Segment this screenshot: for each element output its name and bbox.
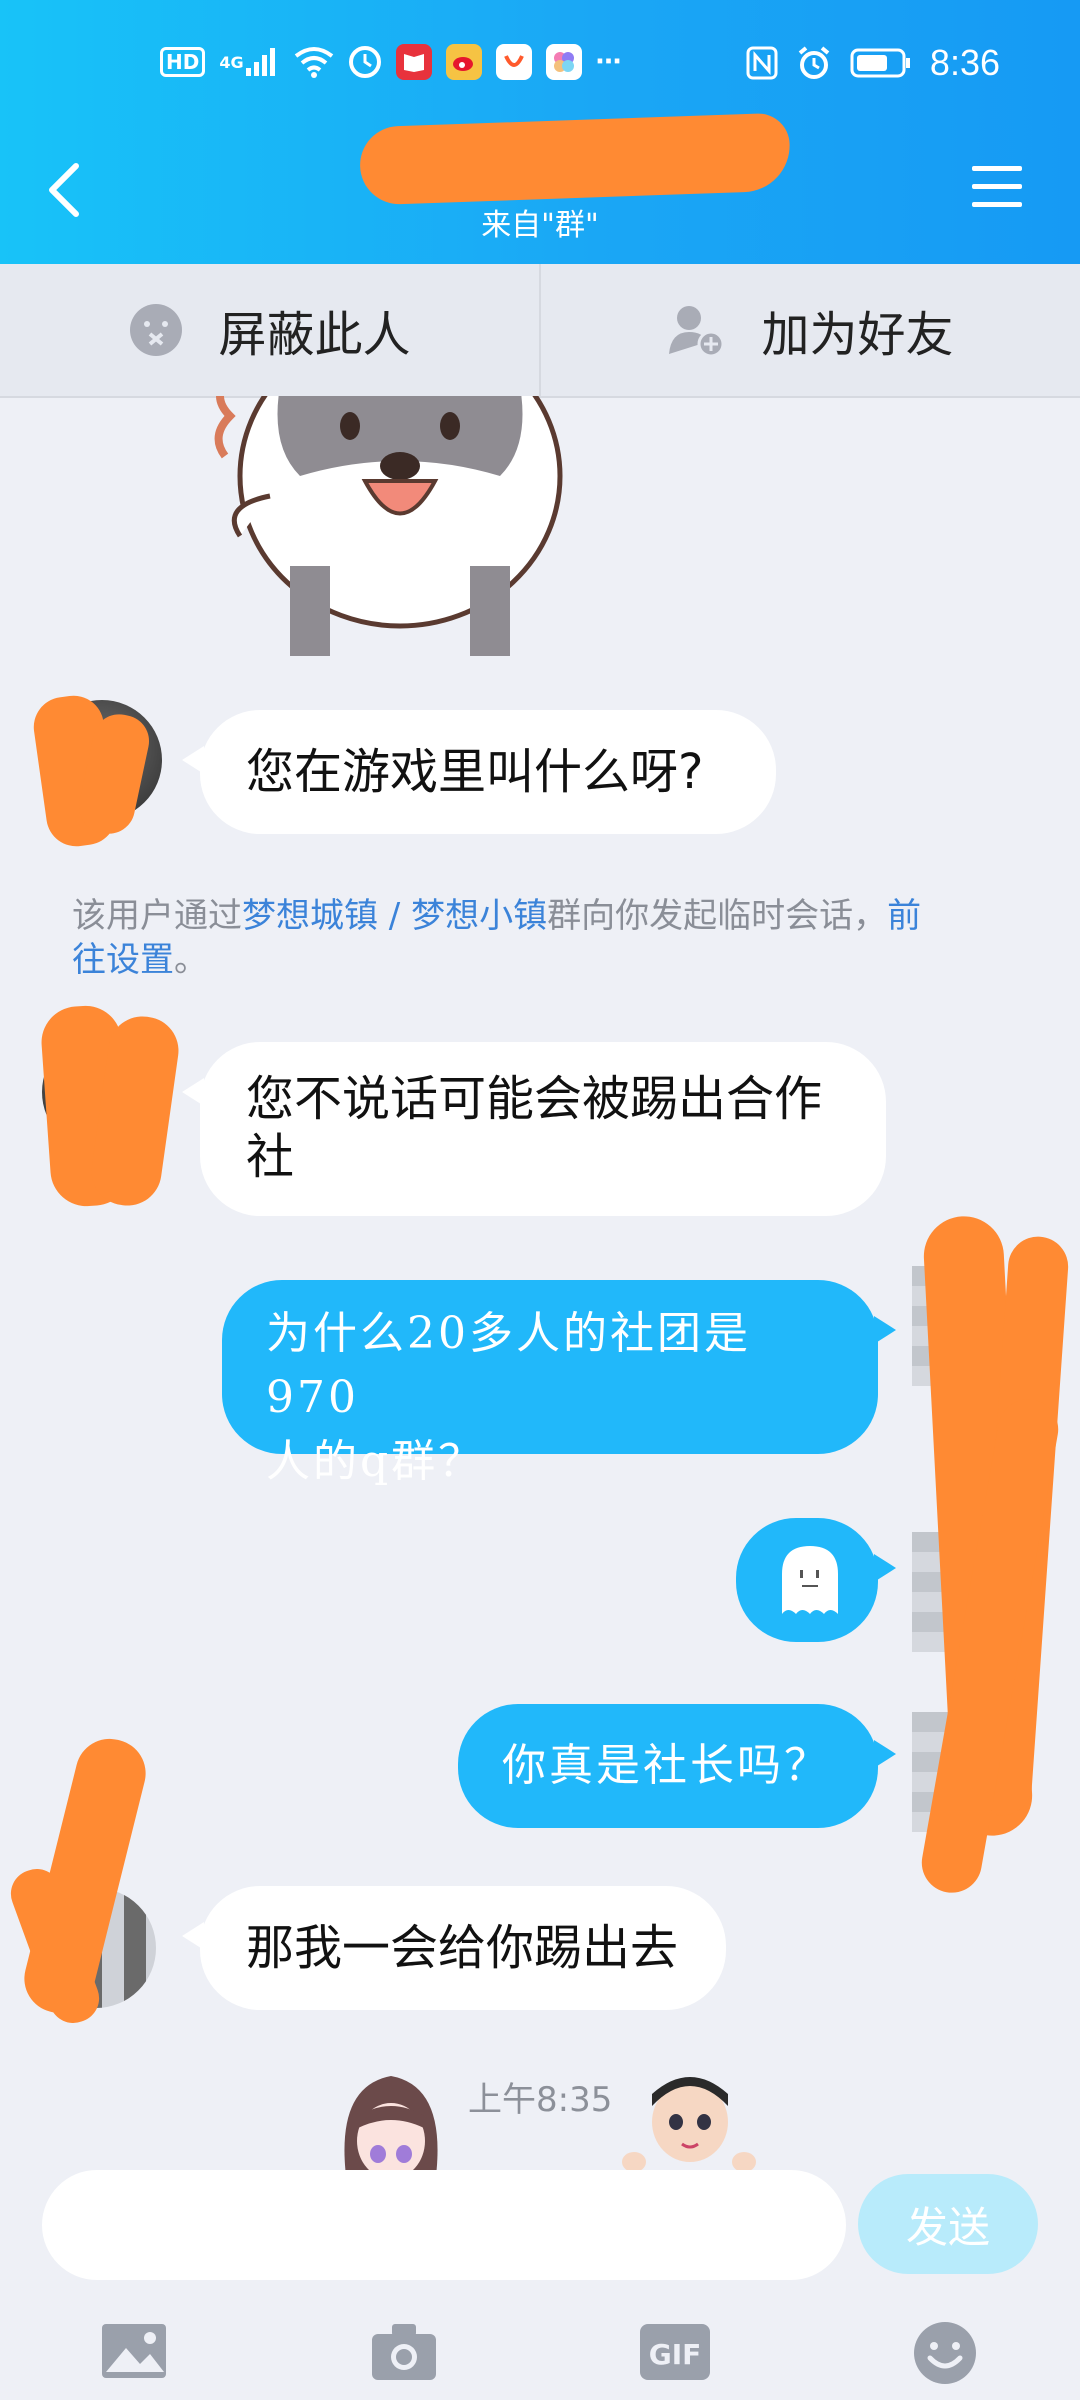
settings-link-part1[interactable]: 前	[887, 896, 921, 936]
timer-icon	[348, 45, 382, 79]
settings-link-part2[interactable]: 往设置	[72, 940, 174, 980]
message-input[interactable]	[42, 2170, 846, 2280]
book-app-icon	[395, 44, 432, 80]
flower-app-icon	[545, 44, 582, 80]
status-icons-left: HD 4G ⋯	[160, 44, 622, 80]
hd-icon: HD	[160, 47, 206, 77]
weibo-icon	[445, 44, 482, 80]
gif-icon[interactable]: GIF	[638, 2320, 710, 2390]
message-bubble-incoming[interactable]: 您不说话可能会被踢出合作 社	[182, 1042, 886, 1216]
composer: 发送 GIF	[0, 2170, 1080, 2400]
notice-prefix: 该用户通过	[72, 896, 242, 936]
message-text-line: 为什么20多人的社团是970	[266, 1308, 751, 1423]
block-user-label: 屏蔽此人	[218, 307, 411, 363]
action-bar: 屏蔽此人 加为好友	[0, 264, 1080, 398]
chat-header: HD 4G ⋯ 8:36 来自"群"	[0, 0, 1080, 264]
block-icon	[130, 304, 183, 356]
emoji-icon[interactable]	[912, 2320, 982, 2390]
message-timestamp: 上午8:35	[468, 2080, 613, 2120]
hd-label: HD	[160, 47, 206, 77]
message-bubble-outgoing[interactable]: 为什么20多人的社团是970 人的q群？	[222, 1280, 896, 1487]
dog-sticker[interactable]	[200, 396, 580, 656]
message-bubble-outgoing[interactable]	[736, 1518, 896, 1642]
chat-subtitle: 来自"群"	[481, 208, 599, 243]
signal-icon: 4G	[219, 46, 279, 78]
system-notice: 该用户通过梦想城镇 / 梦想小镇群向你发起临时会话，前往设置。	[72, 894, 992, 982]
message-bubble-incoming[interactable]: 那我一会给你踢出去	[182, 1886, 726, 2010]
shop-app-icon	[495, 44, 532, 80]
clock: 8:36	[929, 42, 1000, 83]
redacted-title	[358, 112, 792, 206]
image-icon[interactable]	[100, 2320, 170, 2390]
status-bar: HD 4G ⋯ 8:36	[0, 0, 1080, 130]
add-friend-icon	[669, 306, 725, 358]
message-text-line: 社	[246, 1129, 295, 1185]
battery-icon	[850, 48, 912, 78]
status-icons-right: 8:36	[746, 42, 1000, 84]
message-text-line: 您不说话可能会被踢出合作	[246, 1071, 823, 1127]
add-friend-label: 加为好友	[761, 307, 954, 363]
message-text: 那我一会给你踢出去	[246, 1920, 679, 1976]
more-notifications-icon: ⋯	[595, 47, 622, 77]
add-friend-button[interactable]: 加为好友	[539, 264, 1080, 396]
message-list[interactable]: 您在游戏里叫什么呀? 该用户通过梦想城镇 / 梦想小镇群向你发起临时会话，前往设…	[0, 396, 1080, 2170]
message-text: 你真是社长吗？	[502, 1740, 831, 1791]
wifi-icon	[294, 46, 334, 78]
message-text: 您在游戏里叫什么呀?	[246, 744, 704, 800]
message-bubble-incoming[interactable]: 您在游戏里叫什么呀?	[182, 710, 776, 834]
composer-toolbar: GIF	[0, 2320, 1080, 2400]
menu-button[interactable]	[970, 162, 1024, 212]
notice-suffix: 。	[174, 940, 208, 980]
gif-label: GIF	[649, 2338, 702, 2371]
nfc-icon	[746, 46, 778, 80]
message-text-line: 人的q群？	[266, 1436, 486, 1487]
block-user-button[interactable]: 屏蔽此人	[0, 264, 539, 396]
network-label: 4G	[219, 52, 244, 72]
interaction-avatar-girl[interactable]	[336, 2066, 446, 2170]
alarm-icon	[796, 45, 832, 81]
send-button[interactable]: 发送	[858, 2174, 1038, 2274]
notice-middle: 群向你发起临时会话，	[547, 896, 888, 936]
ghost-icon	[782, 1546, 838, 1614]
group-link[interactable]: 梦想城镇 / 梦想小镇	[242, 896, 547, 936]
interaction-avatar-boy[interactable]	[612, 2066, 762, 2170]
camera-icon[interactable]	[370, 2320, 440, 2390]
message-bubble-outgoing[interactable]: 你真是社长吗？	[458, 1704, 896, 1828]
hamburger-icon	[972, 166, 1022, 207]
